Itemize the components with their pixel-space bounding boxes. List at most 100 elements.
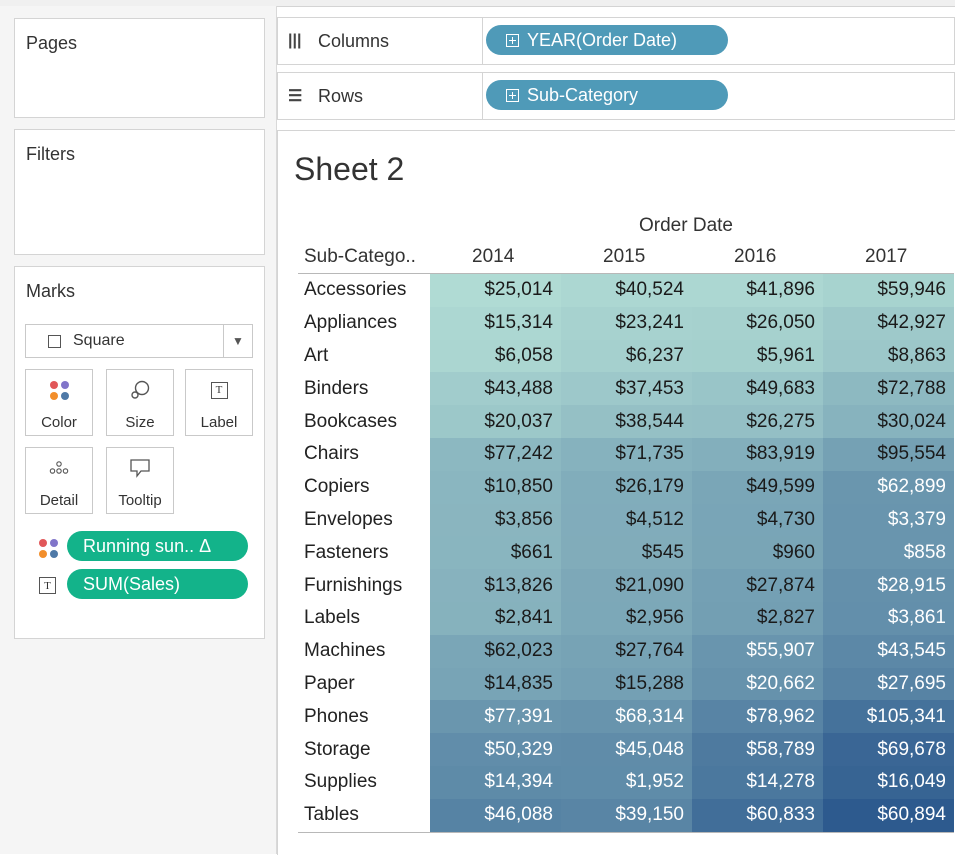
sales-value-cell[interactable]: $27,874	[692, 569, 823, 602]
sales-value-cell[interactable]: $27,695	[823, 667, 954, 701]
label-button[interactable]: T Label	[185, 369, 253, 436]
sales-value-cell[interactable]: $59,946	[823, 273, 954, 307]
sales-value-cell[interactable]: $661	[430, 536, 561, 570]
sales-value-cell[interactable]: $55,907	[692, 634, 823, 668]
sales-value-cell[interactable]: $4,512	[561, 503, 692, 537]
sales-value-cell[interactable]: $77,391	[430, 700, 561, 734]
sales-value-cell[interactable]: $3,861	[823, 601, 954, 635]
sales-value-cell[interactable]: $62,899	[823, 470, 954, 504]
sales-value-cell[interactable]: $42,927	[823, 306, 954, 340]
sales-value-cell[interactable]: $30,024	[823, 405, 954, 438]
sales-value-cell[interactable]: $15,288	[561, 667, 692, 701]
sales-value-cell[interactable]: $50,329	[430, 733, 561, 766]
sales-value-cell[interactable]: $6,058	[430, 339, 561, 373]
sales-value-cell[interactable]: $26,179	[561, 470, 692, 504]
sales-value-cell[interactable]: $25,014	[430, 273, 561, 307]
sub-category-header[interactable]: Sub-Catego..	[298, 241, 430, 274]
year-order-date-pill[interactable]: YEAR(Order Date)	[486, 25, 728, 55]
sub-category-cell[interactable]: Appliances	[298, 306, 430, 340]
sales-value-cell[interactable]: $20,662	[692, 667, 823, 701]
sales-value-cell[interactable]: $16,049	[823, 765, 954, 799]
sales-value-cell[interactable]: $62,023	[430, 634, 561, 668]
sales-value-cell[interactable]: $8,863	[823, 339, 954, 373]
sub-category-cell[interactable]: Art	[298, 339, 430, 373]
sales-value-cell[interactable]: $2,956	[561, 601, 692, 635]
sales-value-cell[interactable]: $20,037	[430, 405, 561, 438]
pages-card[interactable]: Pages	[14, 18, 265, 118]
sales-value-cell[interactable]: $10,850	[430, 470, 561, 504]
sub-category-pill[interactable]: Sub-Category	[486, 80, 728, 110]
sales-value-cell[interactable]: $26,050	[692, 306, 823, 340]
sub-category-cell[interactable]: Chairs	[298, 437, 430, 471]
sub-category-cell[interactable]: Copiers	[298, 470, 430, 504]
tooltip-button[interactable]: Tooltip	[106, 447, 174, 514]
sales-value-cell[interactable]: $2,827	[692, 601, 823, 635]
sales-value-cell[interactable]: $72,788	[823, 372, 954, 406]
sales-value-cell[interactable]: $858	[823, 536, 954, 570]
sales-value-cell[interactable]: $15,314	[430, 306, 561, 340]
sales-value-cell[interactable]: $6,237	[561, 339, 692, 373]
sales-value-cell[interactable]: $39,150	[561, 798, 692, 833]
sales-value-cell[interactable]: $83,919	[692, 437, 823, 471]
sales-value-cell[interactable]: $45,048	[561, 733, 692, 766]
sales-value-cell[interactable]: $13,826	[430, 569, 561, 602]
sales-value-cell[interactable]: $2,841	[430, 601, 561, 635]
sales-value-cell[interactable]: $5,961	[692, 339, 823, 373]
sales-value-cell[interactable]: $37,453	[561, 372, 692, 406]
chevron-down-icon[interactable]: ▼	[223, 325, 252, 357]
sales-value-cell[interactable]: $43,545	[823, 634, 954, 668]
sales-value-cell[interactable]: $38,544	[561, 405, 692, 438]
sales-value-cell[interactable]: $78,962	[692, 700, 823, 734]
sub-category-cell[interactable]: Binders	[298, 372, 430, 406]
year-header[interactable]: 2015	[561, 241, 692, 274]
sales-value-cell[interactable]: $28,915	[823, 569, 954, 602]
sales-value-cell[interactable]: $26,275	[692, 405, 823, 438]
sales-value-cell[interactable]: $105,341	[823, 700, 954, 734]
sales-value-cell[interactable]: $545	[561, 536, 692, 570]
columns-shelf[interactable]: ||| Columns YEAR(Order Date)	[277, 17, 955, 65]
sub-category-cell[interactable]: Storage	[298, 733, 430, 766]
sales-value-cell[interactable]: $21,090	[561, 569, 692, 602]
sales-value-cell[interactable]: $60,833	[692, 798, 823, 833]
sub-category-cell[interactable]: Bookcases	[298, 405, 430, 438]
sales-value-cell[interactable]: $23,241	[561, 306, 692, 340]
sales-value-cell[interactable]: $27,764	[561, 634, 692, 668]
sales-value-cell[interactable]: $40,524	[561, 273, 692, 307]
sales-value-cell[interactable]: $46,088	[430, 798, 561, 833]
sub-category-cell[interactable]: Paper	[298, 667, 430, 701]
sales-value-cell[interactable]: $77,242	[430, 437, 561, 471]
sub-category-cell[interactable]: Envelopes	[298, 503, 430, 537]
filters-card[interactable]: Filters	[14, 129, 265, 255]
sum-sales-field-pill[interactable]: SUM(Sales)	[67, 569, 248, 599]
year-header[interactable]: 2017	[823, 241, 954, 274]
sales-value-cell[interactable]: $71,735	[561, 437, 692, 471]
detail-button[interactable]: Detail	[25, 447, 93, 514]
sales-value-cell[interactable]: $4,730	[692, 503, 823, 537]
sales-value-cell[interactable]: $58,789	[692, 733, 823, 766]
sub-category-cell[interactable]: Supplies	[298, 765, 430, 799]
sub-category-cell[interactable]: Machines	[298, 634, 430, 668]
mark-type-dropdown[interactable]: Square ▼	[25, 324, 253, 358]
running-sum-field-pill[interactable]: Running sun.. Δ	[67, 531, 248, 561]
sub-category-cell[interactable]: Labels	[298, 601, 430, 635]
sub-category-cell[interactable]: Accessories	[298, 273, 430, 307]
sales-value-cell[interactable]: $95,554	[823, 437, 954, 471]
sales-value-cell[interactable]: $14,278	[692, 765, 823, 799]
sales-value-cell[interactable]: $43,488	[430, 372, 561, 406]
sales-value-cell[interactable]: $49,683	[692, 372, 823, 406]
year-header[interactable]: 2014	[430, 241, 561, 274]
color-button[interactable]: Color	[25, 369, 93, 436]
sales-value-cell[interactable]: $69,678	[823, 733, 954, 766]
sales-value-cell[interactable]: $68,314	[561, 700, 692, 734]
sales-value-cell[interactable]: $3,379	[823, 503, 954, 537]
sales-value-cell[interactable]: $1,952	[561, 765, 692, 799]
rows-shelf[interactable]: ☰ Rows Sub-Category	[277, 72, 955, 120]
sub-category-cell[interactable]: Furnishings	[298, 569, 430, 602]
sales-value-cell[interactable]: $49,599	[692, 470, 823, 504]
sales-value-cell[interactable]: $14,394	[430, 765, 561, 799]
sales-value-cell[interactable]: $14,835	[430, 667, 561, 701]
sales-value-cell[interactable]: $41,896	[692, 273, 823, 307]
sub-category-cell[interactable]: Tables	[298, 798, 430, 833]
sales-value-cell[interactable]: $60,894	[823, 798, 954, 833]
year-header[interactable]: 2016	[692, 241, 823, 274]
